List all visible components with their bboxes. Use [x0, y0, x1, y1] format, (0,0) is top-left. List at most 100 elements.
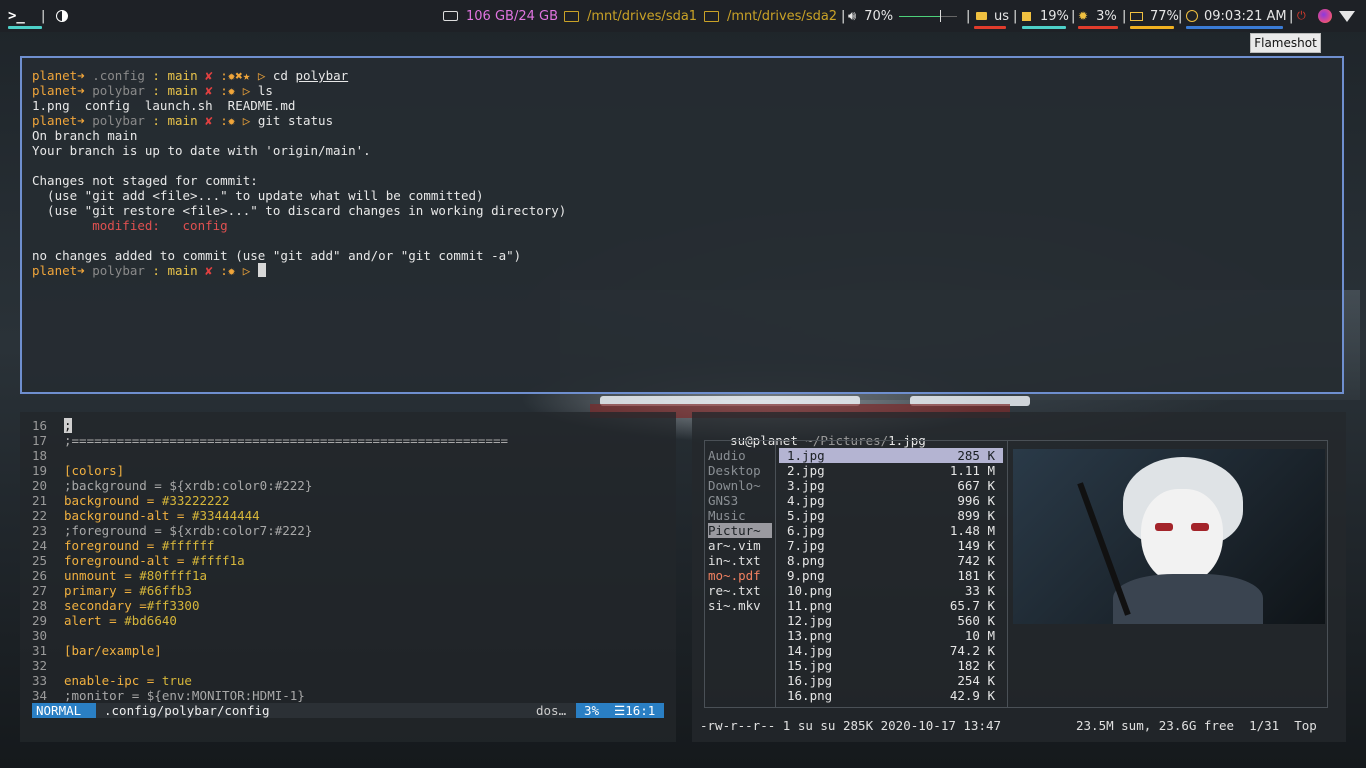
power-button[interactable]: ⏻: [1297, 0, 1306, 32]
parent-dir-item[interactable]: mo~.pdf: [708, 568, 772, 583]
file-list-item[interactable]: 16.png 42.9 K: [779, 688, 1003, 703]
ranger-status-left: -rw-r--r-- 1 su su 285K 2020-10-17 13:47: [700, 718, 1002, 733]
config-value: #ffff1a: [191, 553, 245, 568]
line-number: 22: [32, 508, 48, 523]
config-key: alert: [64, 613, 102, 628]
file-name: 16.png: [787, 688, 833, 703]
separator-text: |: [41, 8, 46, 24]
file-list-item[interactable]: 5.jpg 899 K: [779, 508, 1003, 523]
vim-line: 19 [colors]: [32, 463, 124, 478]
line-number: 34: [32, 688, 48, 703]
separator-text: |: [841, 8, 846, 24]
parent-dir-item[interactable]: si~.mkv: [708, 598, 772, 613]
file-list-item[interactable]: 9.png 181 K: [779, 568, 1003, 583]
config-value: #33222222: [161, 493, 230, 508]
speaker-icon: 🔊︎: [848, 8, 857, 24]
parent-dir-item[interactable]: re~.txt: [708, 583, 772, 598]
prompt-dirty-mark: ✘: [197, 83, 213, 98]
file-list-item[interactable]: 11.png 65.7 K: [779, 598, 1003, 613]
file-name: 11.png: [787, 598, 833, 613]
file-list-item[interactable]: 12.jpg 560 K: [779, 613, 1003, 628]
config-key: background-alt: [64, 508, 170, 523]
hard-drive-icon: [443, 11, 458, 21]
line-number: 28: [32, 598, 48, 613]
parent-dir-item[interactable]: in~.txt: [708, 553, 772, 568]
preview-mask-eye: [1155, 523, 1173, 531]
file-list-item[interactable]: 6.jpg 1.48 M: [779, 523, 1003, 538]
line-number: 26: [32, 568, 48, 583]
parent-dir-item[interactable]: Music: [708, 508, 772, 523]
parent-dir-item[interactable]: Downlo~: [708, 478, 772, 493]
mount-path: /mnt/drives/sda2: [727, 8, 838, 24]
memory-percent: 19%: [1040, 8, 1069, 24]
terminal-line: planet➜ polybar : main ✘ :✹ ▷ git status: [32, 113, 333, 128]
command-text: git status: [250, 113, 334, 128]
mount-sda1[interactable]: /mnt/drives/sda1: [564, 0, 697, 32]
line-number: 21: [32, 493, 48, 508]
vim-line: 17 ;=====================================…: [32, 433, 508, 448]
file-list-item[interactable]: 16.jpg 254 K: [779, 673, 1003, 688]
terminal-cursor: [257, 263, 266, 277]
config-key: secondary: [64, 598, 132, 613]
file-list-item[interactable]: 10.png 33 K: [779, 583, 1003, 598]
file-list-item[interactable]: 4.jpg 996 K: [779, 493, 1003, 508]
file-name: 2.jpg: [787, 463, 825, 478]
terminal-output-text: Changes not staged for commit:: [32, 173, 258, 188]
prompt-status-symbols: :✹ ▷: [212, 113, 251, 128]
tray-wifi[interactable]: [1339, 0, 1355, 32]
line-number: 16: [32, 418, 48, 433]
file-list-item[interactable]: 14.jpg 74.2 K: [779, 643, 1003, 658]
file-name: 4.jpg: [787, 493, 825, 508]
tray-firefox[interactable]: [1318, 0, 1332, 32]
battery-percent: 77%: [1150, 8, 1179, 24]
terminal-line: (use "git restore <file>..." to discard …: [32, 203, 566, 218]
parent-dir-item[interactable]: Pictur~: [708, 523, 772, 538]
mount-sda2[interactable]: /mnt/drives/sda2: [704, 0, 837, 32]
line-number: 30: [32, 628, 48, 643]
theme-toggle-button[interactable]: [56, 0, 68, 32]
keyboard-layout[interactable]: us: [974, 0, 1009, 32]
file-list-item[interactable]: 7.jpg 149 K: [779, 538, 1003, 553]
file-list-item[interactable]: 8.png 742 K: [779, 553, 1003, 568]
terminal-line: Changes not staged for commit:: [32, 173, 258, 188]
prompt-user: planet➜: [32, 83, 85, 98]
vim-line: 27 primary = #66ffb3: [32, 583, 192, 598]
file-list-item[interactable]: 3.jpg 667 K: [779, 478, 1003, 493]
terminal-output-text: Your branch is up to date with 'origin/m…: [32, 143, 371, 158]
preview-figure-mask: [1141, 489, 1223, 584]
cpu-icon: ✹: [1078, 9, 1089, 23]
vim-window[interactable]: 16; 17 ;==================================…: [20, 412, 676, 742]
parent-dir-item[interactable]: Audio: [708, 448, 772, 463]
file-name: 15.jpg: [787, 658, 833, 673]
file-name: 1.jpg: [787, 448, 825, 463]
file-list-item[interactable]: 2.jpg 1.11 M: [779, 463, 1003, 478]
module-underline: [1186, 26, 1283, 29]
file-list-item[interactable]: 1.jpg 285 K: [779, 448, 1003, 463]
separator: |: [1178, 0, 1182, 32]
file-list-item[interactable]: 13.png 10 M: [779, 628, 1003, 643]
file-size: 182 K: [957, 658, 995, 673]
file-list-item[interactable]: 15.jpg 182 K: [779, 658, 1003, 673]
ranger-window[interactable]: su@planet ~/Pictures/1.jpg Audio Desktop D…: [692, 412, 1346, 742]
firefox-icon: [1318, 9, 1332, 23]
power-icon: ⏻: [1297, 9, 1306, 22]
prompt-user: planet➜: [32, 113, 85, 128]
vim-line: 30: [32, 628, 64, 643]
volume-slider[interactable]: [899, 9, 958, 23]
vim-line: 23 ;foreground = ${xrdb:color7:#222}: [32, 523, 312, 538]
line-number: 23: [32, 523, 48, 538]
volume-module[interactable]: 🔊︎ 70%: [848, 0, 958, 32]
config-key: primary: [64, 583, 117, 598]
cpu-module: ✹ 3%: [1078, 0, 1118, 32]
vim-line: 20 ;background = ${xrdb:color0:#222}: [32, 478, 312, 493]
parent-dir-item[interactable]: GNS3: [708, 493, 772, 508]
clock-module[interactable]: 09:03:21 AM: [1186, 0, 1287, 32]
terminal-line: On branch main: [32, 128, 137, 143]
terminal-window[interactable]: planet➜ .config : main ✘ :✹✖★ ▷ cd polyb…: [20, 56, 1344, 394]
separator-text: |: [1178, 8, 1183, 24]
parent-dir-item[interactable]: ar~.vim: [708, 538, 772, 553]
active-workspace-underline: [8, 26, 42, 29]
line-number: 33: [32, 673, 48, 688]
terminal-launcher-button[interactable]: >_: [8, 0, 42, 32]
parent-dir-item[interactable]: Desktop: [708, 463, 772, 478]
